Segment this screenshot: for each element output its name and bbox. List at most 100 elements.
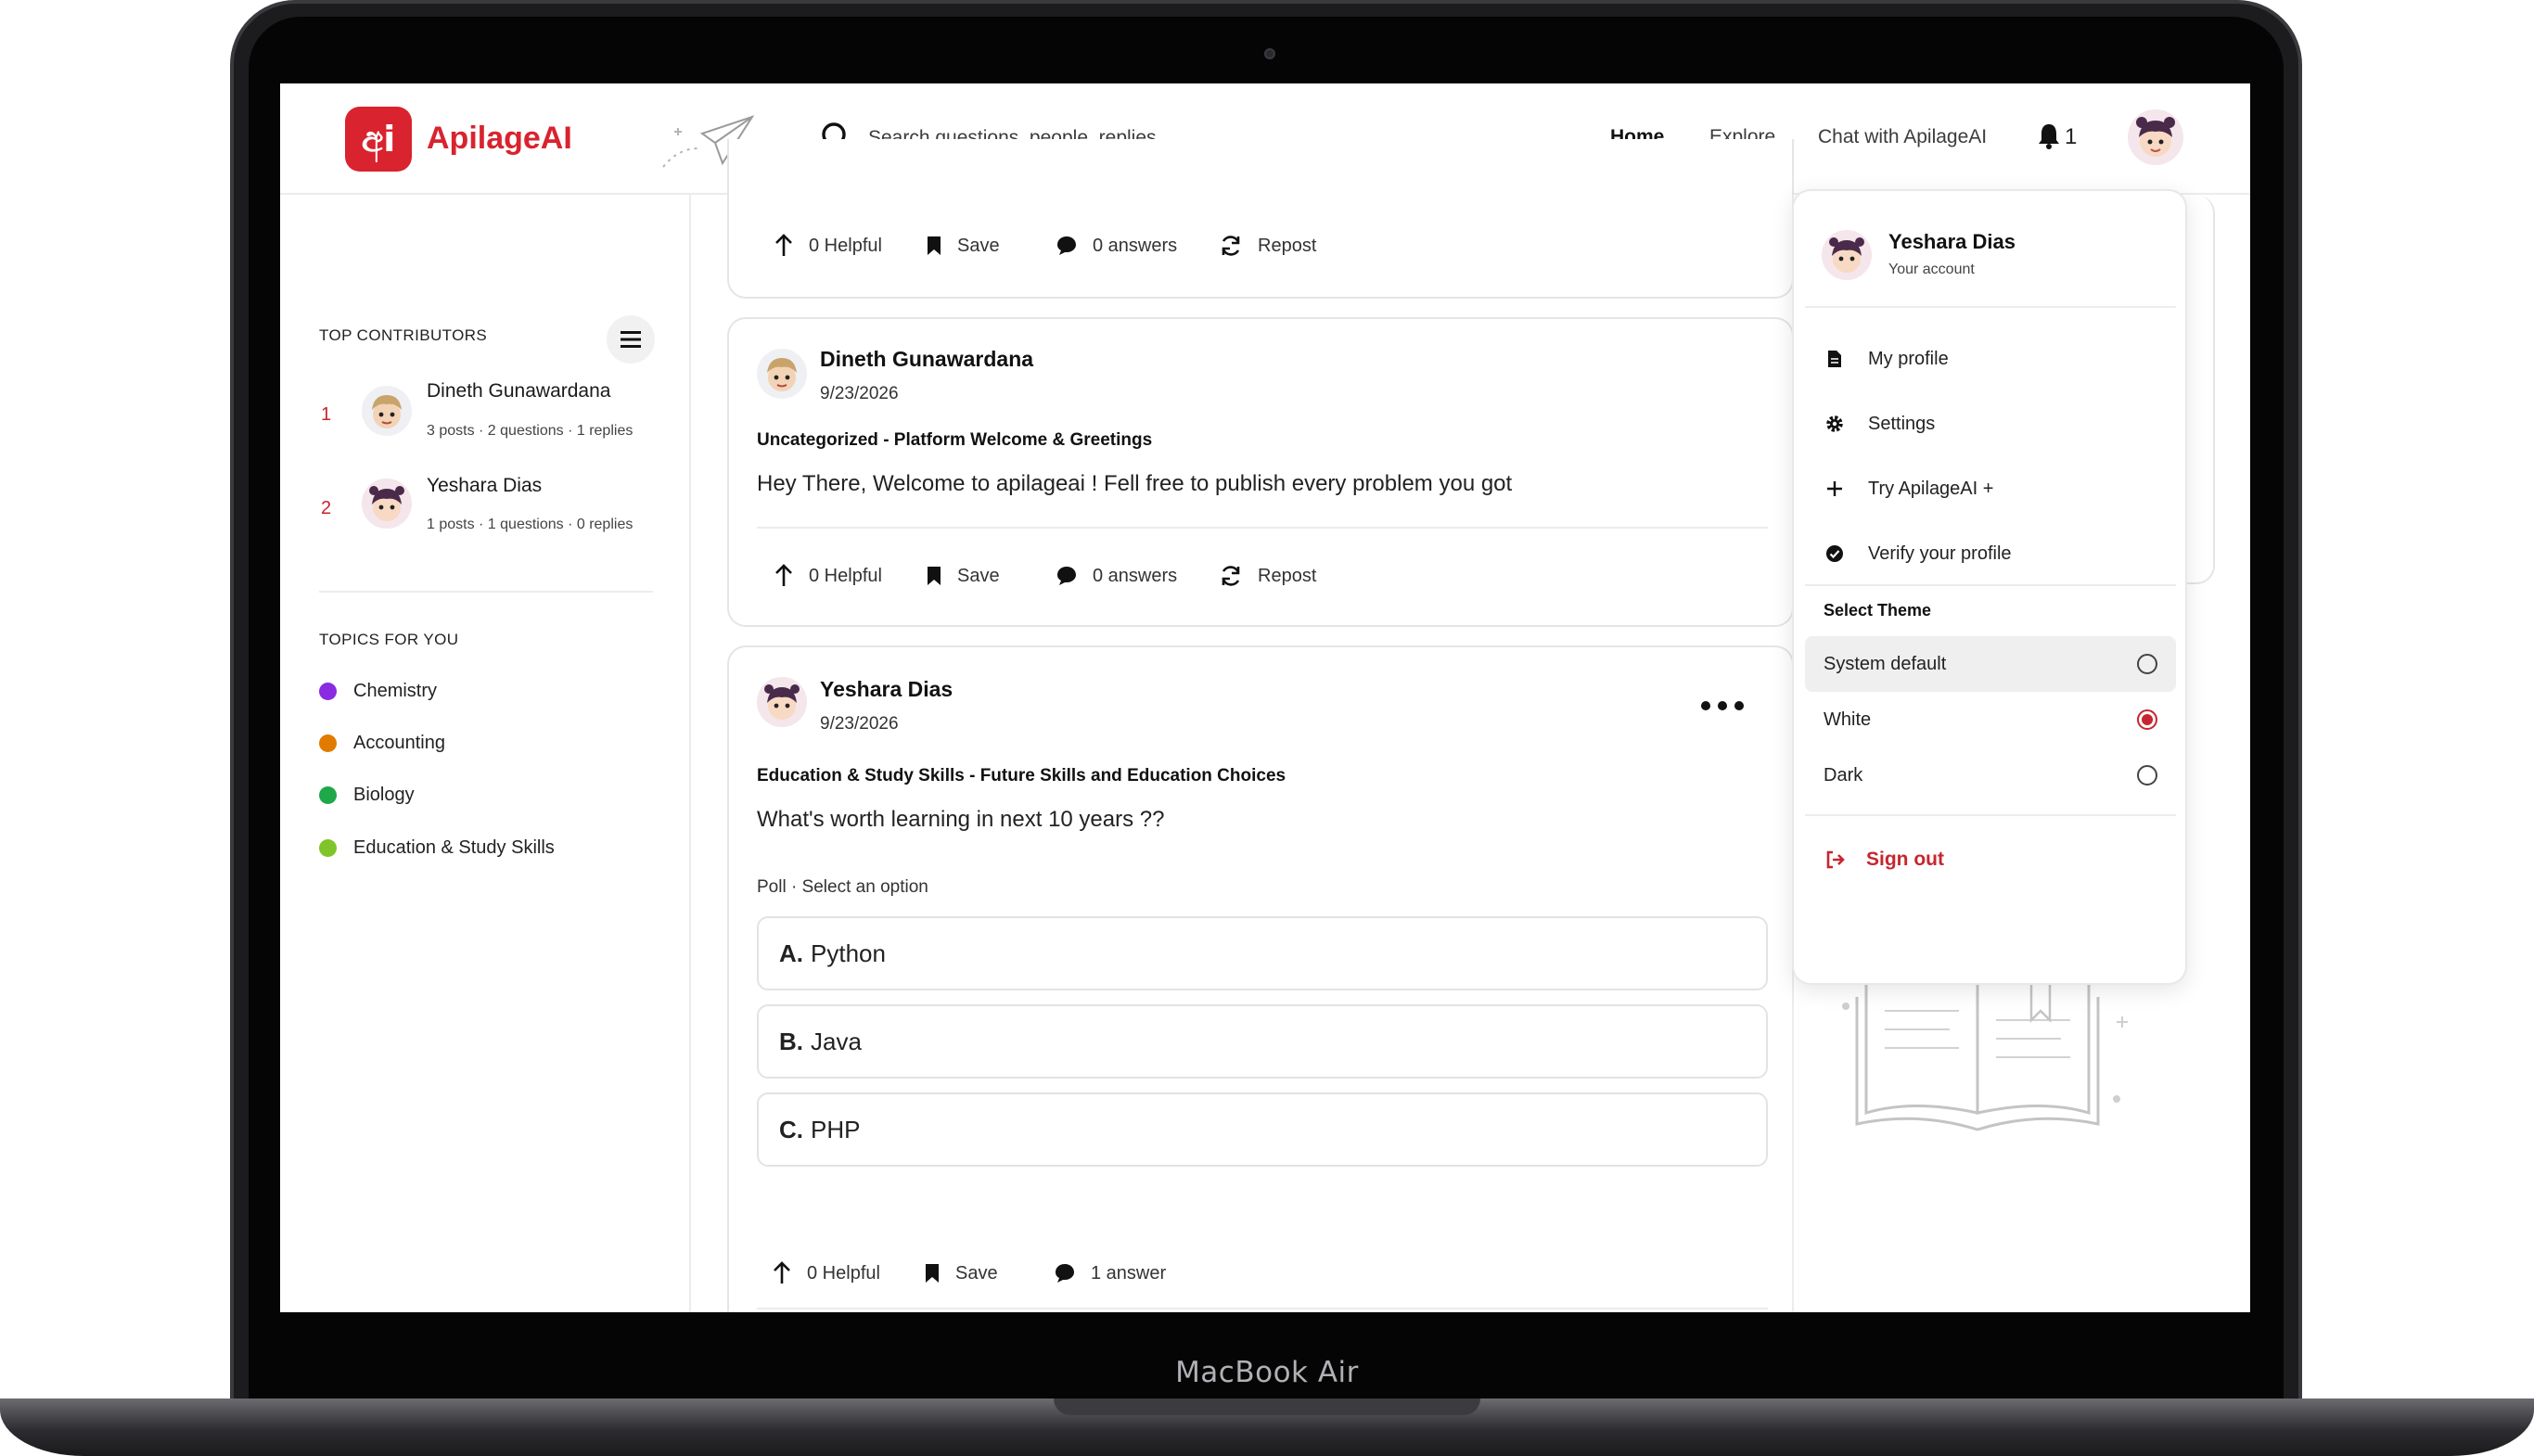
menu-button[interactable] bbox=[607, 315, 655, 364]
repost-icon bbox=[1222, 566, 1240, 586]
contributor-name[interactable]: Dineth Gunawardana bbox=[427, 380, 610, 402]
poll-option-text: Java bbox=[811, 1027, 862, 1055]
menu-item-try-plus[interactable]: Try ApilageAI + bbox=[1825, 475, 1993, 503]
menu-item-my-profile[interactable]: My profile bbox=[1825, 345, 1949, 373]
answers-label: 1 answer bbox=[1091, 1262, 1167, 1284]
save-button[interactable]: Save bbox=[926, 562, 1000, 590]
save-label: Save bbox=[957, 565, 1000, 586]
menu-divider bbox=[1805, 814, 2176, 816]
menu-item-label: Try ApilageAI + bbox=[1868, 478, 1994, 499]
contributor-avatar[interactable] bbox=[362, 386, 412, 436]
menu-item-settings[interactable]: Settings bbox=[1825, 410, 1935, 438]
save-button[interactable]: Save bbox=[926, 232, 1000, 260]
topic-item[interactable]: Education & Study Skills bbox=[319, 834, 555, 862]
poll-label: Poll · Select an option bbox=[757, 877, 928, 897]
post-author-avatar[interactable] bbox=[757, 349, 807, 399]
save-button[interactable]: Save bbox=[924, 1259, 998, 1287]
avatar bbox=[2136, 117, 2175, 157]
menu-divider bbox=[1805, 306, 2176, 308]
poll-option[interactable]: C. PHP bbox=[757, 1092, 1768, 1167]
comment-icon bbox=[1057, 236, 1076, 255]
theme-label: White bbox=[1824, 709, 1872, 730]
hamburger-icon bbox=[621, 331, 641, 348]
comment-icon bbox=[1057, 567, 1076, 585]
theme-option-white[interactable]: White bbox=[1805, 692, 2176, 747]
sign-out-button[interactable]: Sign out bbox=[1825, 846, 1944, 874]
account-name[interactable]: Yeshara Dias bbox=[1888, 230, 2016, 254]
topic-item[interactable]: Chemistry bbox=[319, 677, 437, 705]
contributor-avatar[interactable] bbox=[362, 479, 412, 529]
account-subtitle: Your account bbox=[1888, 262, 1975, 277]
poll-option[interactable]: B. Java bbox=[757, 1004, 1768, 1079]
topic-dot bbox=[319, 838, 337, 857]
camera bbox=[1264, 48, 1275, 59]
poll-option-text: Python bbox=[811, 939, 886, 967]
account-dropdown: Yeshara Dias Your account My profile Set… bbox=[1792, 189, 2187, 985]
helpful-button[interactable]: 0 Helpful bbox=[774, 562, 882, 590]
menu-item-label: Verify your profile bbox=[1868, 543, 2012, 564]
topic-item[interactable]: Biology bbox=[319, 781, 415, 809]
post-card: Dineth Gunawardana 9/23/2026 Uncategoriz… bbox=[727, 317, 1794, 627]
post-body: What's worth learning in next 10 years ?… bbox=[757, 807, 1165, 832]
repost-button[interactable]: Repost bbox=[1219, 562, 1316, 590]
laptop-hinge bbox=[1054, 1399, 1480, 1415]
menu-item-verify[interactable]: Verify your profile bbox=[1825, 540, 2012, 568]
contributor-rank: 2 bbox=[321, 498, 332, 518]
post-category[interactable]: Education & Study Skills - Future Skills… bbox=[757, 766, 1286, 786]
poll-option[interactable]: A. Python bbox=[757, 916, 1768, 990]
post-divider bbox=[757, 1308, 1768, 1309]
contributor-rank: 1 bbox=[321, 404, 332, 425]
bookmark-icon bbox=[926, 1264, 939, 1283]
plus-icon bbox=[1825, 479, 1844, 498]
post-date: 9/23/2026 bbox=[820, 714, 899, 734]
arrow-up-icon bbox=[774, 1261, 790, 1284]
theme-label: Dark bbox=[1824, 764, 1863, 785]
logo-mark[interactable]: අi bbox=[345, 107, 412, 172]
repost-icon bbox=[1222, 236, 1240, 256]
answers-button[interactable]: 0 answers bbox=[1056, 562, 1177, 590]
arrow-up-icon bbox=[775, 564, 792, 586]
more-options-icon[interactable] bbox=[1701, 699, 1744, 712]
topic-item[interactable]: Accounting bbox=[319, 729, 445, 757]
logo-text[interactable]: ApilageAI bbox=[427, 121, 572, 157]
topic-dot bbox=[319, 734, 337, 752]
radio-button-selected[interactable] bbox=[2137, 709, 2157, 730]
left-sidebar: TOP CONTRIBUTORS 1 Dineth Gunawardana 3 … bbox=[280, 195, 691, 1312]
topic-label: Education & Study Skills bbox=[353, 837, 555, 858]
document-icon bbox=[1825, 350, 1844, 368]
arrow-up-icon bbox=[775, 234, 792, 256]
theme-option-system[interactable]: System default bbox=[1805, 636, 2176, 692]
avatar bbox=[767, 358, 797, 391]
notification-count[interactable]: 1 bbox=[2065, 124, 2077, 150]
contributor-name[interactable]: Yeshara Dias bbox=[427, 475, 542, 497]
bell-icon[interactable] bbox=[2037, 122, 2061, 150]
post-category[interactable]: Uncategorized - Platform Welcome & Greet… bbox=[757, 430, 1152, 451]
answers-button[interactable]: 1 answer bbox=[1054, 1259, 1166, 1287]
helpful-label: 0 Helpful bbox=[809, 565, 882, 586]
topics-title: TOPICS FOR YOU bbox=[319, 631, 459, 648]
radio-button[interactable] bbox=[2137, 765, 2157, 785]
poll-option-letter: B. bbox=[779, 1027, 803, 1055]
user-avatar-button[interactable] bbox=[2128, 109, 2183, 165]
post-card: 0 Helpful Save 0 answers Repost bbox=[727, 139, 1794, 299]
bookmark-icon bbox=[928, 567, 941, 585]
radio-button[interactable] bbox=[2137, 654, 2157, 674]
repost-button[interactable]: Repost bbox=[1219, 232, 1316, 260]
check-circle-icon bbox=[1825, 544, 1844, 563]
post-author-avatar[interactable] bbox=[757, 677, 807, 727]
menu-item-label: My profile bbox=[1868, 348, 1949, 369]
avatar bbox=[372, 395, 402, 428]
topic-dot bbox=[319, 785, 337, 804]
top-contributors-title: TOP CONTRIBUTORS bbox=[319, 326, 488, 344]
post-author-name[interactable]: Yeshara Dias bbox=[820, 677, 953, 702]
helpful-button[interactable]: 0 Helpful bbox=[774, 232, 882, 260]
nav-chat[interactable]: Chat with ApilageAI bbox=[1818, 126, 1987, 148]
sign-out-label: Sign out bbox=[1866, 849, 1944, 870]
theme-option-dark[interactable]: Dark bbox=[1805, 747, 2176, 803]
post-author-name[interactable]: Dineth Gunawardana bbox=[820, 347, 1033, 372]
account-avatar bbox=[1822, 230, 1872, 280]
poll-option-text: PHP bbox=[811, 1115, 861, 1143]
helpful-button[interactable]: 0 Helpful bbox=[772, 1259, 880, 1287]
answers-button[interactable]: 0 answers bbox=[1056, 232, 1177, 260]
topic-label: Biology bbox=[353, 784, 415, 805]
